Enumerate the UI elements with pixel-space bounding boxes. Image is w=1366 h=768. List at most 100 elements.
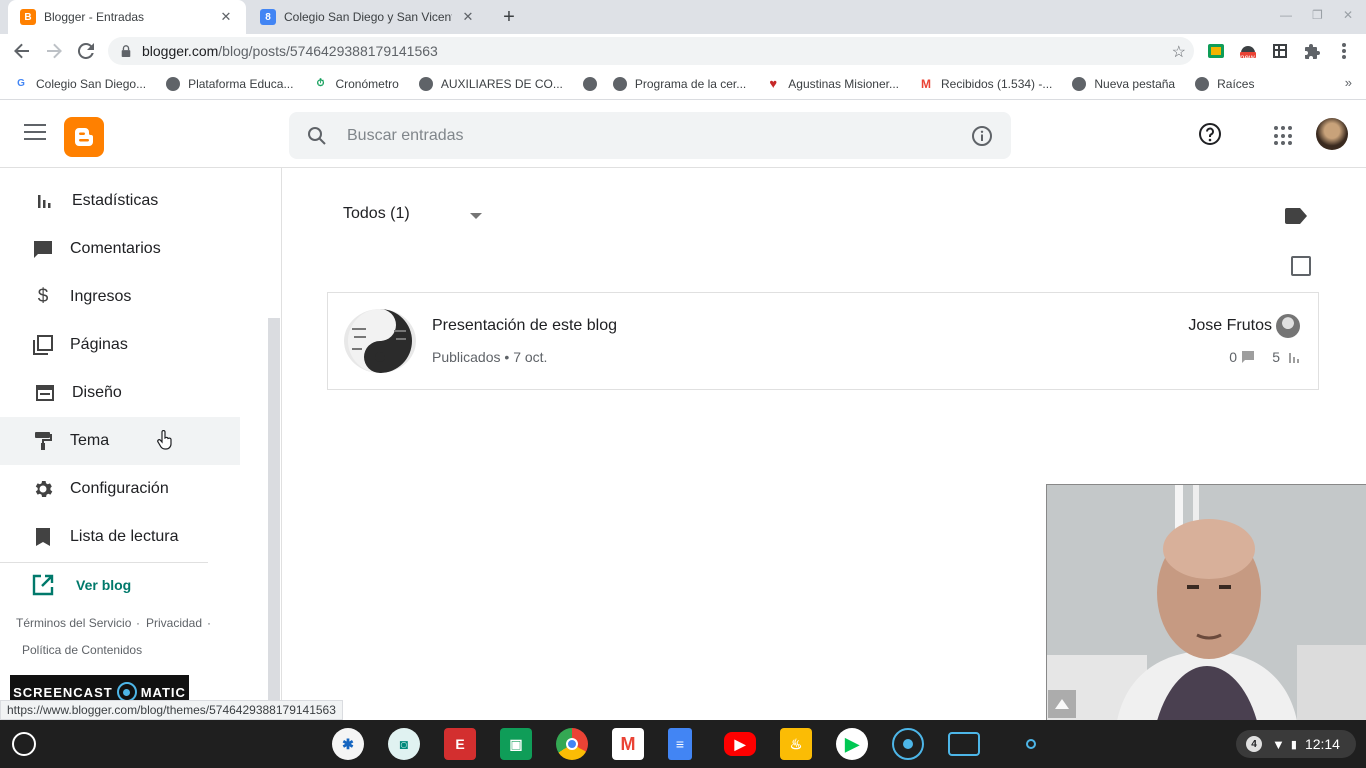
app-camera-icon[interactable] [948,732,980,756]
tab-blogger[interactable]: B Blogger - Entradas ✕ [8,0,246,34]
lock-icon [121,45,131,57]
app-screencastify-icon[interactable] [892,728,924,760]
blogger-header [0,101,1366,168]
post-row[interactable]: Presentación de este blog Publicados • 7… [327,292,1319,390]
search-icon [308,126,326,145]
paint-roller-icon [32,430,54,452]
avatar[interactable] [1316,118,1348,150]
system-tray[interactable]: 4 ▼ ▮ 12:14 [1236,730,1356,758]
search-input[interactable] [347,126,947,145]
bookmark-item[interactable]: ♥ Agustinas Misioner... [766,76,899,91]
chevron-down-icon[interactable] [470,213,482,219]
clock: 12:14 [1304,736,1340,752]
screencast-logo-icon [116,682,137,702]
bookmark-item[interactable]: G Colegio San Diego... [14,77,146,91]
globe-icon [418,76,433,91]
sidebar-item-configuracion[interactable]: Configuración [0,465,240,513]
globe-icon [582,76,597,91]
globe-icon [1195,76,1210,91]
help-icon[interactable] [1198,122,1222,146]
sidebar-scrollbar[interactable] [268,318,280,700]
author-avatar [1276,314,1300,338]
close-icon[interactable]: ✕ [218,9,234,25]
dollar-icon: $ [37,286,49,307]
back-button[interactable] [10,39,34,63]
launcher-button[interactable] [12,732,36,756]
close-window-icon[interactable]: ✕ [1343,8,1353,22]
terms-link[interactable]: Términos del Servicio [16,616,131,630]
sidebar-item-label: Tema [70,432,110,449]
forward-button[interactable] [42,39,66,63]
sidebar-item-label: Páginas [70,336,128,353]
menu-kebab-icon[interactable] [1335,42,1353,60]
reload-button[interactable] [74,39,98,63]
puzzle-extensions-icon[interactable] [1303,42,1321,60]
minimize-icon[interactable]: — [1280,8,1292,22]
bookmark-item[interactable]: Raíces [1195,76,1254,91]
app-recording-icon[interactable] [1016,728,1046,760]
app-classroom-icon[interactable]: ▣ [500,728,532,760]
app-e-icon[interactable]: E [444,728,476,760]
more-bookmarks-icon[interactable]: » [1345,75,1352,90]
bookmark-item[interactable] [582,76,605,91]
tab-title: Blogger - Entradas [44,10,145,24]
hand-cursor-icon [156,429,174,455]
bookmark-item[interactable]: Programa de la cer... [612,76,746,91]
search-bar[interactable] [289,112,1011,159]
google-apps-icon[interactable] [1274,126,1294,146]
notification-badge: 4 [1246,736,1262,752]
heart-icon: ♥ [769,76,778,91]
gear-icon [32,478,54,500]
bookmark-star-icon[interactable]: ☆ [1172,42,1186,62]
classroom-extension-icon[interactable] [1207,42,1225,60]
sidebar-item-comentarios[interactable]: Comentarios [0,225,240,273]
post-author: Jose Frutos [1188,317,1272,334]
app-files-icon[interactable]: ◙ [388,728,420,760]
app-youtube-icon[interactable]: ▶ [724,732,756,756]
stats-icon [34,190,56,212]
sidebar-item-ingresos[interactable]: $ Ingresos [0,273,240,321]
bookmark-item[interactable]: Nueva pestaña [1072,76,1175,91]
tab-colegio[interactable]: 8 Colegio San Diego y San Vicente ✕ [248,0,488,34]
sidebar-item-paginas[interactable]: Páginas [0,321,240,369]
post-title[interactable]: Presentación de este blog [432,317,617,335]
app-play-store-icon[interactable]: ▶ [836,728,868,760]
view-blog-link[interactable]: Ver blog [32,574,131,596]
hamburger-menu-icon[interactable] [24,124,46,144]
privacy-link[interactable]: Privacidad [146,616,202,630]
sidebar-item-label: Configuración [70,480,169,497]
blogger-logo[interactable] [64,117,104,157]
browser-tab-strip: B Blogger - Entradas ✕ 8 Colegio San Die… [0,0,1366,34]
app-school-icon[interactable]: ✱ [332,728,364,760]
sidebar-item-label: Estadísticas [72,192,159,209]
bookmark-item[interactable]: M Recibidos (1.534) -... [919,77,1052,91]
info-icon[interactable] [971,125,993,147]
pages-icon [32,334,54,356]
close-icon[interactable]: ✕ [460,9,476,25]
blogger-icon: B [20,9,36,25]
bookmark-item[interactable]: ⏱ Cronómetro [313,77,399,91]
scroll-to-top-button[interactable] [1048,690,1076,718]
post-filter-dropdown[interactable]: Todos (1) [343,205,410,223]
app-chrome-icon[interactable] [556,728,588,760]
address-bar[interactable]: blogger.com/blog/posts/57464293881791415… [108,37,1194,65]
sidebar-item-lista-lectura[interactable]: Lista de lectura [0,513,240,561]
android-extension-icon[interactable]: new [1239,42,1257,62]
select-all-checkbox[interactable] [1291,256,1311,276]
app-keep-icon[interactable]: ♨ [780,728,812,760]
grid-extension-icon[interactable] [1271,42,1289,60]
bookmark-item[interactable]: AUXILIARES DE CO... [418,76,563,91]
sidebar-item-tema[interactable]: Tema [0,417,240,465]
new-tab-button[interactable]: + [498,6,520,28]
calendar-icon: 8 [260,9,276,25]
content-policy-link[interactable]: Política de Contenidos [22,643,142,657]
footer-separator: · [207,616,211,630]
wifi-icon: ▼ [1272,736,1285,752]
app-docs-icon[interactable]: ≡ [668,728,692,760]
sidebar-item-estadisticas[interactable]: Estadísticas [0,177,240,225]
sidebar-item-diseno[interactable]: Diseño [0,369,240,417]
label-icon[interactable] [1285,208,1307,224]
bookmark-item[interactable]: Plataforma Educa... [166,76,293,91]
app-gmail-icon[interactable]: M [612,728,644,760]
restore-icon[interactable]: ❐ [1312,8,1323,22]
